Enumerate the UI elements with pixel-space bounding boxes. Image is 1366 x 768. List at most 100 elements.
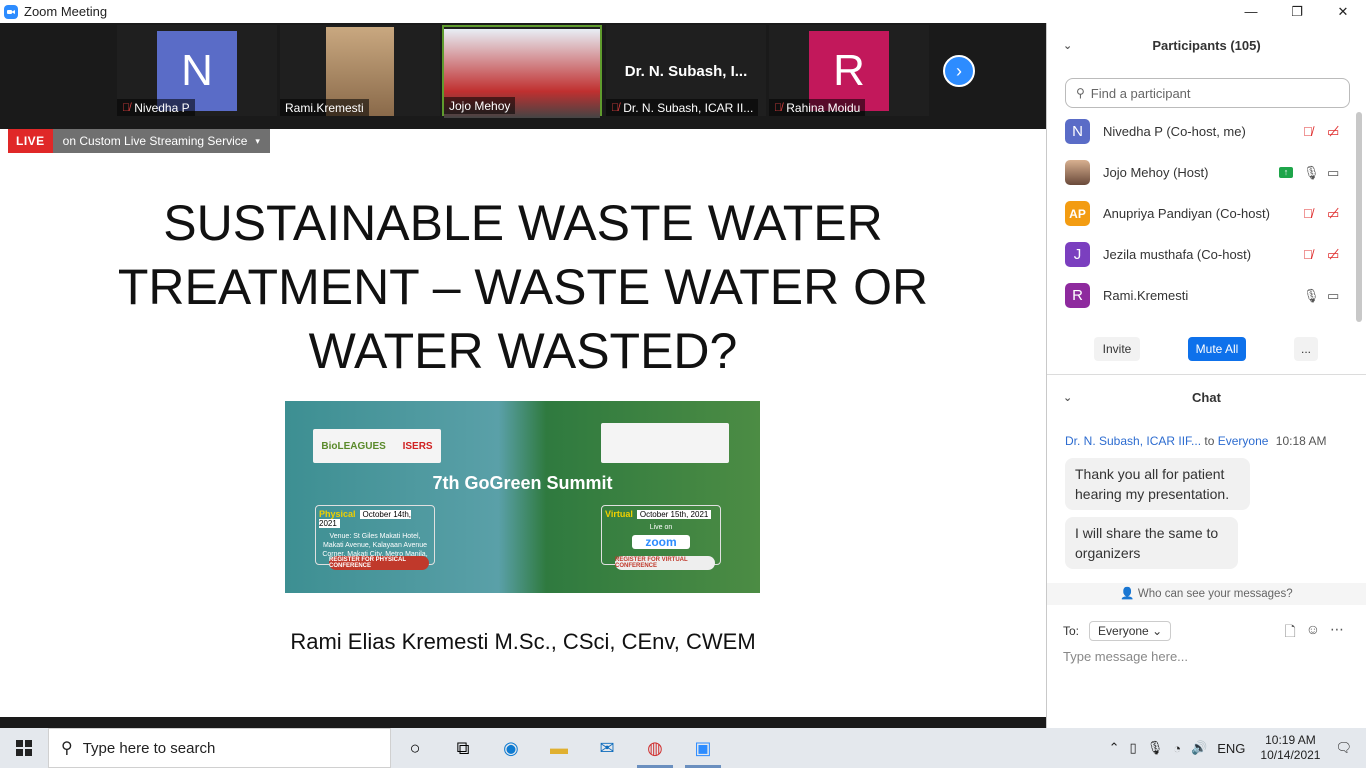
collapse-chevron-icon[interactable]: ⌄ [1063, 391, 1072, 404]
close-button[interactable]: ✕ [1320, 0, 1366, 23]
summit-title: 7th GoGreen Summit [432, 473, 613, 493]
mic-muted-icon[interactable]: 🎙̸ [1303, 247, 1313, 262]
live-service-dropdown[interactable]: on Custom Live Streaming Service ▾ [52, 129, 270, 153]
device-icon[interactable]: ▯ [1130, 740, 1137, 756]
video-tile-rahina[interactable]: R 🎙̸ Rahina Moidu [769, 25, 929, 116]
mail-icon[interactable]: ✉ [583, 728, 631, 768]
slide-author: Rami Elias Kremesti M.Sc., CSci, CEnv, C… [290, 629, 756, 654]
participant-row[interactable]: N Nivedha P (Co-host, me) 🎙̸ ▭̸ [1047, 111, 1356, 152]
window-title: Zoom Meeting [24, 4, 108, 19]
zoom-app-icon [4, 4, 18, 19]
video-icon[interactable]: ▭ [1327, 165, 1339, 181]
video-tile-jojo[interactable]: Jojo Mehoy [442, 25, 602, 118]
caret-down-icon: ▾ [255, 135, 260, 146]
windows-start-button[interactable] [0, 728, 48, 768]
volume-icon[interactable]: 🔊 [1191, 740, 1207, 756]
video-nametag: Rami.Kremesti [280, 99, 369, 116]
avatar: J [1065, 242, 1090, 267]
language-indicator[interactable]: ENG [1217, 741, 1245, 756]
task-view-icon[interactable]: ⧉ [439, 728, 487, 768]
system-tray: ⌃ ▯ 🎙 ◔ 🔊 ENG 10:19 AM 10/14/2021 🗨 [1104, 728, 1366, 768]
participant-display-name: Dr. N. Subash, I... [624, 63, 748, 80]
mic-icon[interactable]: 🎙 [1303, 165, 1320, 181]
chat-bubble: Thank you all for patient hearing my pre… [1065, 458, 1250, 510]
participant-search-input[interactable]: ⚲ Find a participant [1065, 78, 1350, 108]
participant-actions: Invite Mute All ... [1047, 337, 1366, 361]
live-stream-bar[interactable]: LIVE on Custom Live Streaming Service ▾ [8, 129, 270, 153]
sponsor-logos [601, 423, 729, 463]
participant-list: N Nivedha P (Co-host, me) 🎙̸ ▭̸ Jojo Meh… [1047, 111, 1356, 316]
video-bottom-bar [0, 717, 1046, 728]
file-explorer-icon[interactable]: ▬ [535, 728, 583, 768]
participant-row[interactable]: Jojo Mehoy (Host) ↑ 🎙 ▭ [1047, 152, 1356, 193]
shared-slide: SUSTAINABLE WASTE WATER TREATMENT – WAST… [0, 129, 1046, 717]
mic-icon[interactable]: 🎙 [1303, 288, 1320, 304]
mic-muted-icon: 🎙̸ [122, 101, 131, 114]
summit-banner: BioLEAGUES ISERS 7th GoGreen Summit Phys… [285, 401, 760, 593]
video-off-icon[interactable]: ▭̸ [1327, 247, 1339, 263]
video-off-icon[interactable]: ▭̸ [1327, 124, 1339, 140]
video-off-icon[interactable]: ▭̸ [1327, 206, 1339, 222]
physical-register: REGISTER FOR PHYSICAL CONFERENCE [329, 556, 429, 570]
mic-icon[interactable]: 🎙 [1147, 740, 1164, 756]
chat-header: ⌄ Chat [1063, 389, 1221, 405]
chat-message-input[interactable]: Type message here... [1063, 649, 1188, 664]
virtual-register: REGISTER FOR VIRTUAL CONFERENCE [615, 556, 715, 570]
restore-button[interactable]: ❐ [1274, 0, 1320, 23]
mic-muted-icon[interactable]: 🎙̸ [1303, 124, 1313, 139]
collapse-chevron-icon[interactable]: ⌄ [1063, 39, 1072, 52]
chrome-icon[interactable]: ◍ [631, 728, 679, 768]
participant-row[interactable]: AP Anupriya Pandiyan (Co-host) 🎙̸ ▭̸ [1047, 193, 1356, 234]
mic-muted-icon: 🎙̸ [774, 101, 783, 114]
mute-all-button[interactable]: Mute All [1188, 337, 1246, 361]
recipient-dropdown[interactable]: Everyone ⌄ [1089, 621, 1172, 641]
live-badge: LIVE [8, 129, 53, 153]
minimize-button[interactable]: — [1228, 0, 1274, 23]
invite-button[interactable]: Invite [1094, 337, 1140, 361]
user-lock-icon: 👤 [1120, 588, 1135, 600]
mic-muted-icon: 🎙̸ [611, 101, 620, 114]
mic-muted-icon[interactable]: 🎙̸ [1303, 206, 1313, 221]
chevron-up-icon[interactable]: ⌃ [1109, 740, 1120, 756]
windows-icon [16, 740, 32, 756]
participant-row[interactable]: R Rami.Kremesti 🎙 ▭ [1047, 275, 1356, 316]
share-screen-icon: ↑ [1279, 167, 1293, 178]
video-tile-rami[interactable]: Rami.Kremesti [280, 25, 440, 116]
video-tile-subash[interactable]: Dr. N. Subash, I... 🎙̸ Dr. N. Subash, ICA… [606, 25, 766, 116]
chevron-down-icon: ⌄ [1152, 624, 1163, 638]
emoji-icon[interactable]: ☺ [1306, 621, 1320, 645]
chevron-right-icon: › [956, 60, 962, 81]
zoom-taskbar-icon[interactable]: ▣ [679, 728, 727, 768]
who-can-see-link[interactable]: 👤 Who can see your messages? [1047, 583, 1366, 605]
more-button[interactable]: ... [1294, 337, 1318, 361]
title-bar: Zoom Meeting — ❐ ✕ [0, 0, 1366, 23]
banner-logos: BioLEAGUES ISERS [313, 429, 441, 463]
video-nametag: Jojo Mehoy [444, 97, 516, 114]
search-icon: ⚲ [61, 740, 73, 757]
participants-scrollbar[interactable] [1356, 112, 1362, 322]
video-nametag: 🎙̸ Dr. N. Subash, ICAR II... [606, 99, 759, 116]
avatar: R [1065, 283, 1090, 308]
participant-row[interactable]: J Jezila musthafa (Co-host) 🎙̸ ▭̸ [1047, 234, 1356, 275]
slide-title: SUSTAINABLE WASTE WATER TREATMENT – WAST… [117, 195, 929, 379]
taskbar: ⚲ Type here to search ○ ⧉ ◉ ▬ ✉ ◍ ▣ ⌃ ▯ … [0, 728, 1366, 768]
side-panel: ⌄ Participants (105) ⚲ Find a participan… [1047, 23, 1366, 728]
cortana-icon[interactable]: ○ [391, 728, 439, 768]
chat-bubble: I will share the same to organizers [1065, 517, 1238, 569]
scroll-thumb[interactable] [1356, 112, 1362, 322]
clock[interactable]: 10:19 AM 10/14/2021 [1260, 733, 1320, 763]
file-icon[interactable]: 🗋 [1284, 621, 1295, 645]
taskbar-search-input[interactable]: ⚲ Type here to search [48, 728, 391, 768]
chat-tools: 🗋 ☺ ⋯ [1284, 621, 1344, 645]
more-icon[interactable]: ⋯ [1330, 621, 1344, 645]
edge-icon[interactable]: ◉ [487, 728, 535, 768]
video-tile-nivedha[interactable]: N 🎙̸ Nivedha P [117, 25, 277, 116]
notifications-icon[interactable]: 🗨 [1335, 740, 1352, 756]
chat-recipient-row: To: Everyone ⌄ [1063, 621, 1172, 641]
wifi-icon[interactable]: ◔ [1173, 741, 1181, 756]
next-page-button[interactable]: › [943, 55, 975, 87]
avatar: N [1065, 119, 1090, 144]
participants-header: ⌄ Participants (105) [1063, 37, 1261, 53]
search-icon: ⚲ [1076, 86, 1085, 100]
video-icon[interactable]: ▭ [1327, 288, 1339, 304]
